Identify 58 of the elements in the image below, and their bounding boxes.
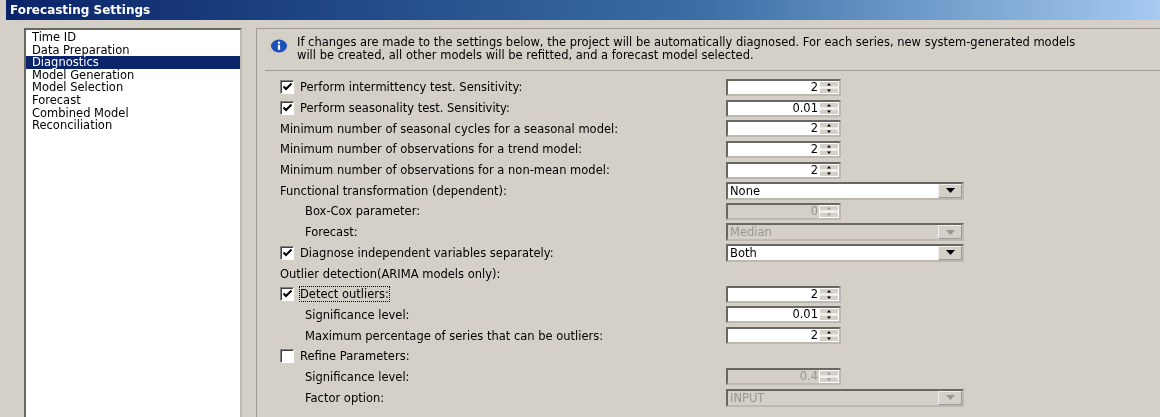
setting-label: Maximum percentage of series that can be outliers: — [305, 328, 604, 343]
sidebar-item[interactable]: Diagnostics — [26, 56, 240, 69]
checkbox-label[interactable]: Detect outliers: — [300, 287, 389, 302]
dropdown[interactable]: Both — [726, 243, 964, 262]
spin-arrows-icon[interactable] — [819, 287, 839, 301]
info-icon — [271, 39, 287, 53]
setting-label: Minimum number of seasonal cycles for a seasonal model: — [280, 121, 619, 136]
spin-arrows-icon[interactable] — [819, 142, 839, 156]
spin-field[interactable]: 2 — [726, 161, 841, 179]
checkbox[interactable] — [280, 349, 294, 364]
checkbox[interactable] — [280, 245, 294, 260]
checkmark-icon — [282, 290, 292, 299]
setting-label: Significance level: — [305, 307, 410, 322]
sidebar-item[interactable]: Combined Model — [26, 106, 240, 120]
checkbox-label[interactable]: Refine Parameters: — [300, 349, 410, 364]
dropdown-arrow-icon — [945, 395, 955, 401]
dropdown-arrow-icon — [945, 229, 955, 235]
sidebar-item[interactable]: Forecast — [26, 93, 240, 107]
setting-label: Functional transformation (dependent): — [280, 183, 507, 198]
checkbox-label[interactable]: Diagnose independent variables separately: — [300, 245, 554, 260]
spin-field[interactable]: 0.01 — [726, 306, 841, 324]
spin-arrows-icon[interactable] — [819, 329, 839, 343]
checkmark-icon — [282, 104, 292, 113]
spin-field[interactable]: 2 — [726, 78, 841, 96]
checkmark-icon — [282, 248, 292, 257]
checkbox[interactable] — [280, 80, 294, 95]
sidebar-item[interactable]: Reconciliation — [26, 119, 240, 132]
setting-label: Minimum number of observations for a non-mean model: — [280, 163, 610, 178]
setting-label: Minimum number of observations for a trend model: — [280, 142, 583, 157]
setting-label: Factor option: — [305, 390, 385, 405]
dropdown-arrow-icon — [945, 188, 955, 194]
spin-arrows-icon[interactable] — [819, 163, 839, 177]
sidebar-item[interactable]: Model Selection — [26, 81, 240, 94]
checkbox-label[interactable]: Perform intermittency test. Sensitivity: — [300, 80, 523, 95]
setting-label: Box-Cox parameter: — [305, 204, 421, 219]
checkbox-label[interactable]: Perform seasonality test. Sensitivity: — [300, 101, 510, 116]
sidebar-item[interactable]: Time ID — [26, 31, 240, 44]
spin-arrows-icon[interactable] — [819, 80, 839, 94]
info-message: If changes are made to the settings below, the project will be automatically diagnosed. For each series, new system-generated models will be created, all other models will be refitted, and a forecast model selected. — [297, 35, 1077, 62]
spin-field[interactable]: 2 — [726, 327, 841, 345]
setting-label: Forecast: — [305, 225, 358, 240]
spin-field[interactable]: 2 — [726, 120, 841, 138]
setting-label: Significance level: — [305, 369, 410, 384]
dropdown-arrow-icon — [945, 250, 955, 256]
dropdown[interactable]: None — [726, 181, 964, 200]
spin-field[interactable]: 2 — [726, 285, 841, 303]
spin-field[interactable]: 2 — [726, 140, 841, 158]
spin-arrows-icon[interactable] — [819, 308, 839, 322]
sidebar-item[interactable]: Data Preparation — [26, 43, 240, 57]
checkmark-icon — [282, 83, 292, 92]
setting-label: Outlier detection(ARIMA models only): — [280, 266, 501, 281]
checkbox[interactable] — [280, 101, 294, 116]
sidebar-item[interactable]: Model Generation — [26, 68, 240, 82]
spin-field[interactable]: 0.01 — [726, 99, 841, 117]
spin-arrows-icon[interactable] — [819, 101, 839, 115]
window-title: Forecasting Settings — [6, 0, 1160, 20]
spin-arrows-icon[interactable] — [819, 122, 839, 136]
checkbox[interactable] — [280, 287, 294, 302]
